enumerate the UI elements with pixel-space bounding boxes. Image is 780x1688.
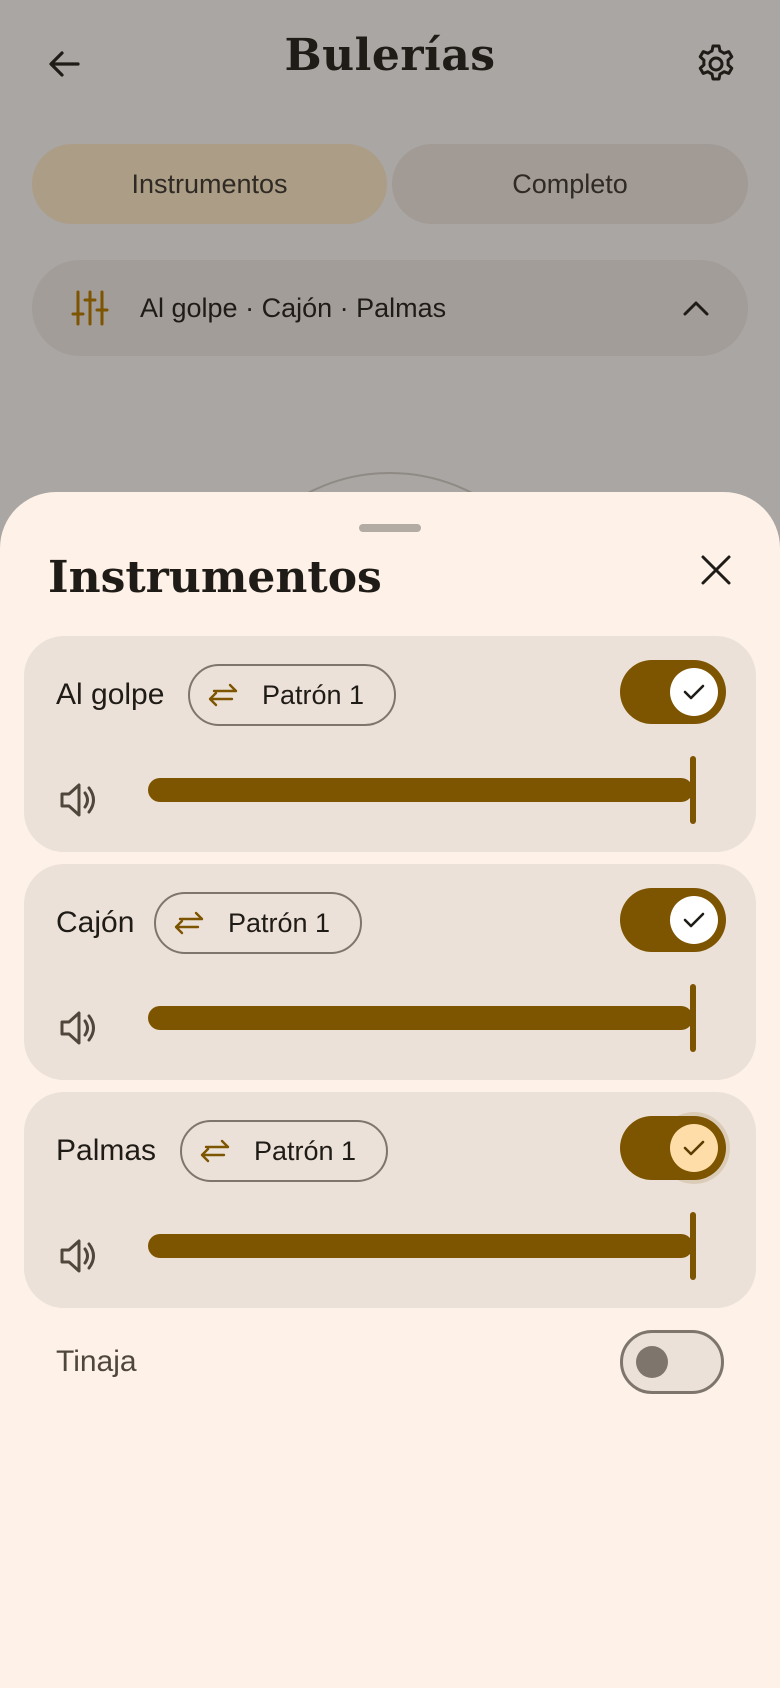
instrument-name: Tinaja: [56, 1345, 137, 1378]
toggle-knob: [670, 1124, 718, 1172]
page-title: Bulerías: [284, 30, 496, 81]
instrument-card-cajon: Cajón Patrón 1: [24, 864, 756, 1080]
check-icon: [683, 912, 705, 928]
volume-slider[interactable]: [148, 756, 718, 824]
top-app-bar: Bulerías: [0, 0, 780, 130]
instrument-card-al-golpe: Al golpe Patrón 1: [24, 636, 756, 852]
instruments-bottom-sheet: Instrumentos Al golpe Patrón 1 Cajón Pat…: [0, 492, 780, 1688]
tab-instrumentos[interactable]: Instrumentos: [32, 144, 387, 224]
swap-arrows-icon: [174, 911, 204, 935]
pattern-label: Patrón 1: [262, 679, 365, 710]
check-icon: [683, 1140, 705, 1156]
volume-slider[interactable]: [148, 984, 718, 1052]
toggle-knob: [670, 668, 718, 716]
instrument-name: Cajón: [56, 906, 135, 939]
pattern-chip[interactable]: Patrón 1: [188, 664, 397, 726]
instrument-summary-bar[interactable]: Al golpe · Cajón · Palmas: [32, 260, 748, 356]
volume-icon: [60, 1239, 95, 1273]
slider-track-active: [148, 1006, 693, 1030]
instrument-card-palmas: Palmas Patrón 1: [24, 1092, 756, 1308]
swap-arrows-icon: [208, 683, 238, 707]
settings-button[interactable]: [690, 38, 742, 90]
gear-icon: [698, 44, 734, 81]
close-button[interactable]: [692, 546, 740, 594]
slider-handle[interactable]: [690, 1212, 696, 1280]
chevron-up-icon[interactable]: [678, 290, 714, 326]
swap-arrows-icon: [200, 1139, 230, 1163]
drag-handle[interactable]: [359, 524, 421, 532]
volume-icon: [60, 783, 95, 817]
instrument-toggle[interactable]: [620, 888, 726, 952]
pattern-label: Patrón 1: [254, 1135, 357, 1166]
instrument-name: Al golpe: [56, 678, 165, 711]
pattern-label: Patrón 1: [228, 907, 331, 938]
slider-handle[interactable]: [690, 756, 696, 824]
instrument-toggle[interactable]: [620, 660, 726, 724]
slider-track-active: [148, 778, 693, 802]
close-icon: [701, 555, 731, 585]
toggle-knob: [636, 1346, 668, 1378]
volume-icon: [60, 1011, 95, 1045]
slider-track-active: [148, 1234, 693, 1258]
instrument-row-tinaja: Tinaja: [0, 1322, 780, 1402]
instrument-name: Palmas: [56, 1134, 157, 1167]
tab-completo[interactable]: Completo: [392, 144, 748, 224]
pattern-chip[interactable]: Patrón 1: [154, 892, 363, 954]
volume-slider[interactable]: [148, 1212, 718, 1280]
sheet-title: Instrumentos: [48, 552, 382, 603]
sliders-icon: [71, 290, 109, 326]
pattern-chip[interactable]: Patrón 1: [180, 1120, 389, 1182]
instrument-toggle[interactable]: [620, 1116, 726, 1180]
summary-text: Al golpe · Cajón · Palmas: [140, 293, 447, 323]
instrument-toggle[interactable]: [620, 1330, 724, 1394]
toggle-knob: [670, 896, 718, 944]
check-icon: [683, 684, 705, 700]
slider-handle[interactable]: [690, 984, 696, 1052]
